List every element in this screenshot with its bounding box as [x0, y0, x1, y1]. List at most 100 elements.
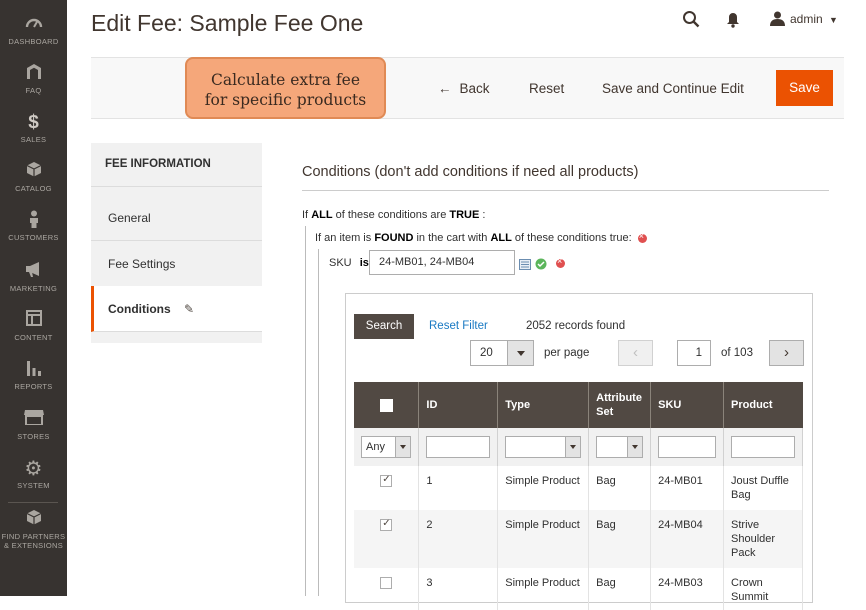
page-number-input[interactable]: 1 [677, 340, 711, 366]
table-row[interactable]: 3 Simple Product Bag 24-MB03 Crown Summi… [354, 568, 803, 610]
callout-line-1: Calculate extra fee [210, 71, 361, 89]
condition-rule-found: If an item is FOUND in the cart with ALL… [315, 231, 647, 244]
callout-line-2: for specific products [204, 91, 367, 109]
cell-product: Strive Shoulder Pack [723, 510, 803, 568]
annotation-callout: Calculate extra fee for specific product… [185, 57, 386, 119]
cell-id: 1 [418, 466, 499, 510]
sidebar-item-dashboard[interactable]: DASHBOARD [0, 14, 67, 46]
table-row[interactable]: 2 Simple Product Bag 24-MB04 Strive Shou… [354, 510, 803, 568]
column-header-type[interactable]: Type [497, 382, 590, 428]
table-row[interactable]: 1 Simple Product Bag 24-MB01 Joust Duffl… [354, 466, 803, 510]
fee-information-tabs: FEE INFORMATION General Fee Settings Con… [91, 143, 262, 343]
sidebar-item-faq[interactable]: FAQ [0, 63, 67, 95]
sidebar-label: CONTENT [14, 333, 53, 342]
filter-row: Any [354, 428, 803, 466]
tab-fee-settings[interactable]: Fee Settings [91, 241, 262, 287]
page-title: Edit Fee: Sample Fee One [91, 10, 364, 36]
sku-value-input[interactable]: 24-MB01, 24-MB04 [369, 250, 515, 275]
column-header-product[interactable]: Product [723, 382, 803, 428]
cell-attribute-set: Bag [588, 466, 652, 510]
sku-label: SKU [329, 257, 352, 269]
column-header-sku[interactable]: SKU [650, 382, 725, 428]
next-page-button[interactable]: › [769, 340, 804, 366]
cell-type: Simple Product [497, 466, 590, 510]
back-label: Back [459, 81, 490, 96]
chevron-down-icon [395, 437, 411, 457]
sidebar-label: CUSTOMERS [8, 233, 59, 242]
found-link[interactable]: FOUND [374, 232, 413, 244]
sku-filter-input[interactable] [658, 436, 717, 458]
cell-attribute-set: Bag [588, 568, 652, 610]
chevron-right-icon: › [784, 344, 789, 361]
value-true-link[interactable]: TRUE [449, 209, 479, 221]
tab-conditions-label: Conditions [108, 302, 171, 316]
select-all-header[interactable] [354, 382, 420, 428]
search-icon[interactable] [682, 10, 700, 33]
operator-is-link[interactable]: is [360, 257, 369, 269]
sidebar-label: MARKETING [9, 284, 58, 293]
previous-page-button[interactable]: ‹ [618, 340, 653, 366]
save-and-continue-button[interactable]: Save and Continue Edit [602, 81, 744, 96]
tab-conditions[interactable]: Conditions ✎ [91, 286, 262, 332]
sidebar-label: FAQ [25, 86, 42, 95]
chevron-down-icon [627, 437, 643, 457]
sidebar-item-customers[interactable]: CUSTOMERS [0, 210, 67, 242]
sidebar-item-find-partners[interactable]: FIND PARTNERS & EXTENSIONS [0, 509, 67, 550]
chooser-list-icon[interactable] [519, 257, 531, 275]
chevron-left-icon: ‹ [633, 344, 638, 361]
select-all-checkbox[interactable] [379, 398, 393, 412]
aggregator-all-link[interactable]: ALL [490, 232, 511, 244]
store-icon [0, 409, 67, 431]
column-header-attribute-set[interactable]: Attribute Set [588, 382, 652, 428]
sidebar-item-content[interactable]: CONTENT [0, 310, 67, 342]
cond-text: of these conditions are [335, 209, 447, 221]
gear-icon: ⚙ [24, 458, 43, 480]
reset-button[interactable]: Reset [529, 81, 564, 96]
sidebar-item-stores[interactable]: STORES [0, 409, 67, 441]
cell-product: Crown Summit [723, 568, 803, 610]
arrow-left-icon: ← [438, 81, 452, 96]
attribute-set-filter-select[interactable] [596, 436, 644, 458]
tab-general[interactable]: General [91, 195, 262, 241]
chevron-down-icon [565, 437, 581, 457]
apply-check-icon[interactable] [535, 257, 547, 275]
remove-condition-icon[interactable] [637, 231, 647, 243]
per-page-select[interactable]: 20 [470, 340, 534, 366]
type-filter-select[interactable] [505, 436, 582, 458]
row-checkbox[interactable] [380, 577, 393, 590]
column-header-id[interactable]: ID [418, 382, 499, 428]
chevron-down-icon: ▼ [829, 15, 838, 26]
per-page-label: per page [544, 347, 590, 359]
condition-tree-line [305, 226, 306, 596]
product-filter-input[interactable] [731, 436, 795, 458]
sidebar-item-catalog[interactable]: CATALOG [0, 161, 67, 193]
cell-type: Simple Product [497, 568, 590, 610]
sidebar-item-reports[interactable]: REPORTS [0, 359, 67, 391]
cond-text: in the cart with [416, 232, 488, 244]
back-button[interactable]: ← Back [438, 81, 490, 96]
row-checkbox[interactable] [380, 473, 393, 488]
admin-user-menu[interactable]: admin ▼ [770, 11, 838, 29]
sidebar-item-marketing[interactable]: MARKETING [0, 261, 67, 293]
aggregator-all-link[interactable]: ALL [311, 209, 332, 221]
sidebar-item-system[interactable]: ⚙ SYSTEM [0, 458, 67, 490]
save-button[interactable]: Save [776, 70, 833, 106]
cond-text: If [302, 209, 309, 221]
search-button[interactable]: Search [354, 314, 414, 339]
cond-text: : [482, 209, 486, 221]
id-filter-input[interactable] [426, 436, 491, 458]
reset-filter-link[interactable]: Reset Filter [429, 320, 488, 332]
remove-sku-condition-icon[interactable] [556, 256, 565, 268]
sidebar-item-sales[interactable]: $ SALES [0, 112, 67, 144]
cell-sku: 24-MB03 [650, 568, 725, 610]
row-checkbox[interactable] [380, 517, 393, 532]
conditions-title: Conditions (don't add conditions if need… [302, 164, 639, 180]
per-page-value: 20 [480, 347, 493, 359]
cube-icon [0, 509, 67, 531]
cell-type: Simple Product [497, 510, 590, 568]
table-header-row: ID Type Attribute Set SKU Product [354, 382, 803, 428]
bell-icon[interactable] [726, 12, 740, 33]
sidebar-divider [8, 502, 58, 503]
in-products-filter-select[interactable]: Any [361, 436, 412, 458]
records-found: 2052 records found [526, 320, 626, 332]
